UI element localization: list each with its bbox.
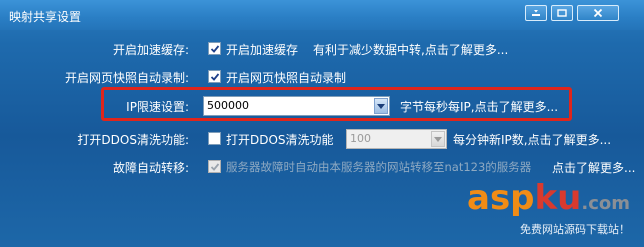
auto-failover-checkbox[interactable] xyxy=(208,160,221,173)
checkmark-icon xyxy=(210,44,219,53)
checkmark-icon xyxy=(210,162,219,171)
auto-failover-label: 故障自动转移: xyxy=(112,161,189,175)
dropdown-button[interactable] xyxy=(431,131,445,147)
snapshot-recording-checkbox[interactable] xyxy=(208,70,221,83)
ddos-cleaning-checkbox[interactable] xyxy=(208,132,221,145)
ddos-cleaning-checkbox-label[interactable]: 打开DDOS清洗功能 xyxy=(226,131,334,148)
speedup-cache-checkbox-label[interactable]: 开启加速缓存 xyxy=(226,41,298,58)
auto-failover-hint-link[interactable]: 点击了解更多... xyxy=(552,159,635,176)
minimize-button[interactable] xyxy=(525,5,547,21)
minimize-icon xyxy=(532,10,540,16)
restore-icon xyxy=(557,9,567,17)
row-speedup-cache: 开启加速缓存: 开启加速缓存 有利于减少数据中转,点击了解更多... xyxy=(0,38,644,60)
settings-window: 映射共享设置 开启加速缓存: 开启加速缓存 有利于减少数据中转,点击了解更多..… xyxy=(0,0,644,247)
snapshot-recording-checkbox-label[interactable]: 开启网页快照自动录制 xyxy=(226,69,346,86)
close-button[interactable] xyxy=(577,5,619,21)
window-title: 映射共享设置 xyxy=(9,10,82,24)
ddos-cleaning-label: 打开DDOS清洗功能: xyxy=(77,133,189,147)
speedup-cache-label: 开启加速缓存: xyxy=(112,43,189,57)
close-icon xyxy=(593,8,603,18)
chevron-down-icon xyxy=(434,136,442,142)
snapshot-recording-label: 开启网页快照自动录制: xyxy=(64,71,189,85)
ddos-cleaning-hint-link[interactable]: 每分钟新IP数,点击了解更多... xyxy=(453,131,611,148)
row-auto-failover: 故障自动转移: 服务器故障时自动由本服务器的网站转移至nat123的服务器 点击… xyxy=(0,156,644,178)
maximize-button[interactable] xyxy=(551,5,573,21)
row-snapshot-recording: 开启网页快照自动录制: 开启网页快照自动录制 xyxy=(0,66,644,88)
watermark-subtitle: 免费网站源码下载站！ xyxy=(520,223,630,236)
ddos-threshold-value[interactable]: 100 xyxy=(350,132,371,145)
auto-failover-checkbox-label[interactable]: 服务器故障时自动由本服务器的网站转移至nat123的服务器 xyxy=(226,159,531,175)
title-bar: 映射共享设置 xyxy=(0,0,644,30)
checkmark-icon xyxy=(210,72,219,81)
ddos-threshold-combo[interactable]: 100 xyxy=(346,129,447,149)
speedup-cache-checkbox[interactable] xyxy=(208,42,221,55)
row-ddos-cleaning: 打开DDOS清洗功能: 打开DDOS清洗功能 100 每分钟新IP数,点击了解更… xyxy=(0,128,644,150)
watermark: aspku.com 免费网站源码下载站！ xyxy=(467,181,630,237)
watermark-logo: aspku.com xyxy=(467,178,630,218)
speedup-cache-hint-link[interactable]: 有利于减少数据中转,点击了解更多... xyxy=(313,41,508,58)
highlight-box xyxy=(101,87,572,121)
